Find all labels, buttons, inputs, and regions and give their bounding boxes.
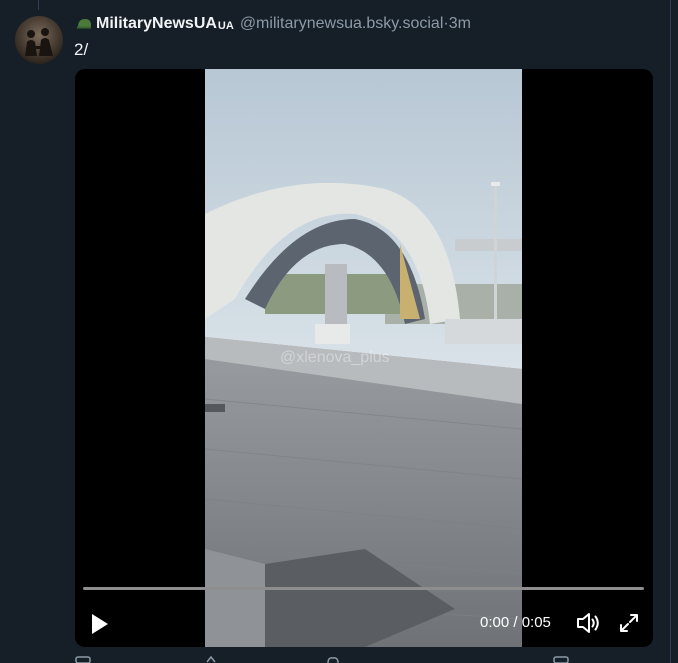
repost-icon[interactable]: [204, 656, 222, 663]
video-frame: @xlenova_plus: [205, 69, 522, 647]
video-progress-bar[interactable]: [83, 587, 644, 590]
video-time: 0:00 / 0:05: [480, 614, 551, 631]
post-header: MilitaryNewsUA UA @militarynewsua.bsky.so…: [76, 14, 471, 34]
author-flag-suffix: UA: [217, 20, 234, 32]
post-time[interactable]: 3m: [449, 14, 471, 34]
author-name[interactable]: MilitaryNewsUA: [96, 14, 217, 34]
avatar[interactable]: [15, 16, 63, 64]
thread-line: [38, 0, 39, 10]
post-text: 2/: [74, 40, 89, 59]
fullscreen-icon[interactable]: [618, 612, 640, 634]
helmet-icon: [77, 19, 91, 29]
video-watermark: @xlenova_plus: [280, 349, 390, 366]
feed-border: [670, 0, 671, 663]
author-handle[interactable]: @militarynewsua.bsky.social: [240, 14, 444, 34]
play-icon[interactable]: [89, 612, 111, 636]
more-icon[interactable]: [552, 656, 570, 663]
post-actions: [74, 656, 634, 663]
avatar-silhouette-icon: [15, 16, 63, 64]
reply-icon[interactable]: [74, 656, 92, 663]
like-icon[interactable]: [324, 656, 342, 663]
volume-icon[interactable]: [575, 610, 601, 636]
video-player[interactable]: @xlenova_plus 0:00 / 0:05: [75, 69, 653, 647]
